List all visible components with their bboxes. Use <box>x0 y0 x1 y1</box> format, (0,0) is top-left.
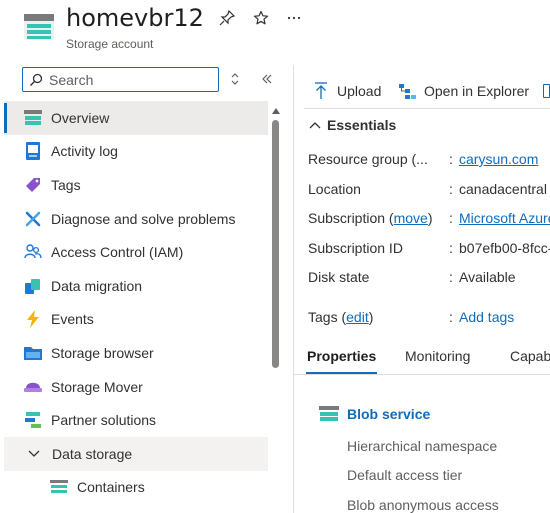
toolbar-divider <box>304 108 550 109</box>
sidebar-item-label: Tags <box>51 176 81 193</box>
page-subtitle: Storage account <box>66 37 154 51</box>
subscription-link[interactable]: Microsoft Azure <box>459 210 550 226</box>
resource-group-link[interactable]: carysun.com <box>459 151 538 167</box>
sidebar-item-storage-mover[interactable]: Storage Mover <box>4 370 268 404</box>
colon: : <box>449 240 453 256</box>
partner-icon <box>24 411 42 429</box>
sidebar-item-activity-log[interactable]: Activity log <box>4 135 268 169</box>
scrollbar-thumb[interactable] <box>272 120 279 368</box>
sidebar-nav: Overview Activity log Tags Diagnose and … <box>4 101 268 504</box>
sidebar-item-tags[interactable]: Tags <box>4 168 268 202</box>
location-label: Location <box>308 181 361 197</box>
chevron-up-icon <box>309 119 321 131</box>
tags-label: Tags <box>308 309 338 325</box>
sidebar-item-label: Storage Mover <box>51 378 143 395</box>
overview-icon <box>24 109 42 127</box>
sidebar-item-label: Activity log <box>51 143 118 160</box>
essentials-title: Essentials <box>327 117 397 133</box>
sidebar-item-overview[interactable]: Overview <box>4 101 268 135</box>
sidebar-item-label: Partner solutions <box>51 412 157 429</box>
subscription-label-row: Subscription (move) <box>308 210 433 226</box>
colon: : <box>449 309 453 325</box>
upload-label: Upload <box>337 83 382 99</box>
blob-service-link[interactable]: Blob service <box>319 405 430 423</box>
blob-property-label: Default access tier <box>347 467 463 483</box>
star-icon[interactable] <box>251 8 271 28</box>
sidebar-item-containers[interactable]: Containers <box>4 471 268 505</box>
open-in-explorer-label: Open in Explorer <box>424 83 530 99</box>
search-input[interactable] <box>49 71 209 88</box>
folder-icon <box>24 344 42 362</box>
sidebar-item-diagnose[interactable]: Diagnose and solve problems <box>4 202 268 236</box>
colon: : <box>449 210 453 226</box>
tab-monitoring[interactable]: Monitoring <box>405 348 470 364</box>
colon: : <box>449 269 453 285</box>
sidebar-item-label: Containers <box>77 479 145 496</box>
panel-divider <box>293 65 294 513</box>
pin-icon[interactable] <box>217 8 237 28</box>
search-box <box>22 67 219 92</box>
disk-state-value: Available <box>459 269 516 285</box>
sidebar-item-label: Access Control (IAM) <box>51 244 184 261</box>
blob-service-icon <box>319 405 339 423</box>
sidebar-item-iam[interactable]: Access Control (IAM) <box>4 235 268 269</box>
subscription-id-label: Subscription ID <box>308 240 403 256</box>
blob-property-label: Blob anonymous access <box>347 497 499 513</box>
resource-group-label: Resource group (... <box>308 151 428 167</box>
sidebar-item-partner-solutions[interactable]: Partner solutions <box>4 403 268 437</box>
storage-account-icon <box>24 14 54 40</box>
tags-edit-link[interactable]: edit <box>346 309 369 325</box>
page-title: homevbr12 <box>66 4 204 32</box>
activity-log-icon <box>24 142 42 161</box>
blob-property-label: Hierarchical namespace <box>347 438 498 454</box>
chevron-down-icon <box>28 447 42 461</box>
sidebar-item-label: Diagnose and solve problems <box>51 210 236 227</box>
sidebar-item-label: Data migration <box>51 277 143 294</box>
tab-properties[interactable]: Properties <box>307 348 376 364</box>
scroll-up-icon[interactable] <box>272 108 280 114</box>
data-migration-icon <box>24 277 42 295</box>
sidebar-item-label: Events <box>51 311 94 328</box>
upload-button[interactable]: Upload <box>312 80 381 102</box>
collapse-menu-icon[interactable] <box>259 71 275 87</box>
sidebar-group-data-storage[interactable]: Data storage <box>4 436 268 471</box>
sidebar-group-label: Data storage <box>52 445 133 462</box>
location-value: canadacentral <box>459 181 547 197</box>
people-icon <box>24 243 42 261</box>
tab-capabilities[interactable]: Capab <box>510 348 550 364</box>
subscription-move-link[interactable]: move <box>394 210 428 226</box>
upload-icon <box>312 82 330 100</box>
tags-label-row: Tags (edit) <box>308 309 374 325</box>
containers-icon <box>50 478 68 496</box>
sidebar-item-storage-browser[interactable]: Storage browser <box>4 336 268 370</box>
more-icon[interactable] <box>284 8 304 28</box>
more-toolbar-button[interactable] <box>543 80 550 102</box>
wrench-icon <box>24 210 42 228</box>
add-tags-link[interactable]: Add tags <box>459 309 514 325</box>
explorer-icon <box>399 82 417 100</box>
subscription-label: Subscription <box>308 210 386 226</box>
storage-mover-icon <box>24 378 42 396</box>
sidebar-item-events[interactable]: Events <box>4 303 268 337</box>
colon: : <box>449 151 453 167</box>
tabs-divider <box>294 374 550 375</box>
essentials-toggle[interactable]: Essentials <box>309 117 396 133</box>
lightning-icon <box>24 310 42 329</box>
search-icon <box>29 73 43 87</box>
colon: : <box>449 181 453 197</box>
open-in-explorer-button[interactable]: Open in Explorer <box>399 80 529 102</box>
tag-icon <box>24 176 42 194</box>
disk-state-label: Disk state <box>308 269 370 285</box>
sidebar-item-data-migration[interactable]: Data migration <box>4 269 268 303</box>
sidebar-item-label: Overview <box>51 109 110 126</box>
blob-service-title: Blob service <box>347 406 431 422</box>
subscription-id-value: b07efb00-8fcc- <box>459 240 550 256</box>
sidebar-item-label: Storage browser <box>51 344 154 361</box>
toolbar-overflow-icon <box>543 84 550 98</box>
sort-icon[interactable] <box>227 71 243 87</box>
